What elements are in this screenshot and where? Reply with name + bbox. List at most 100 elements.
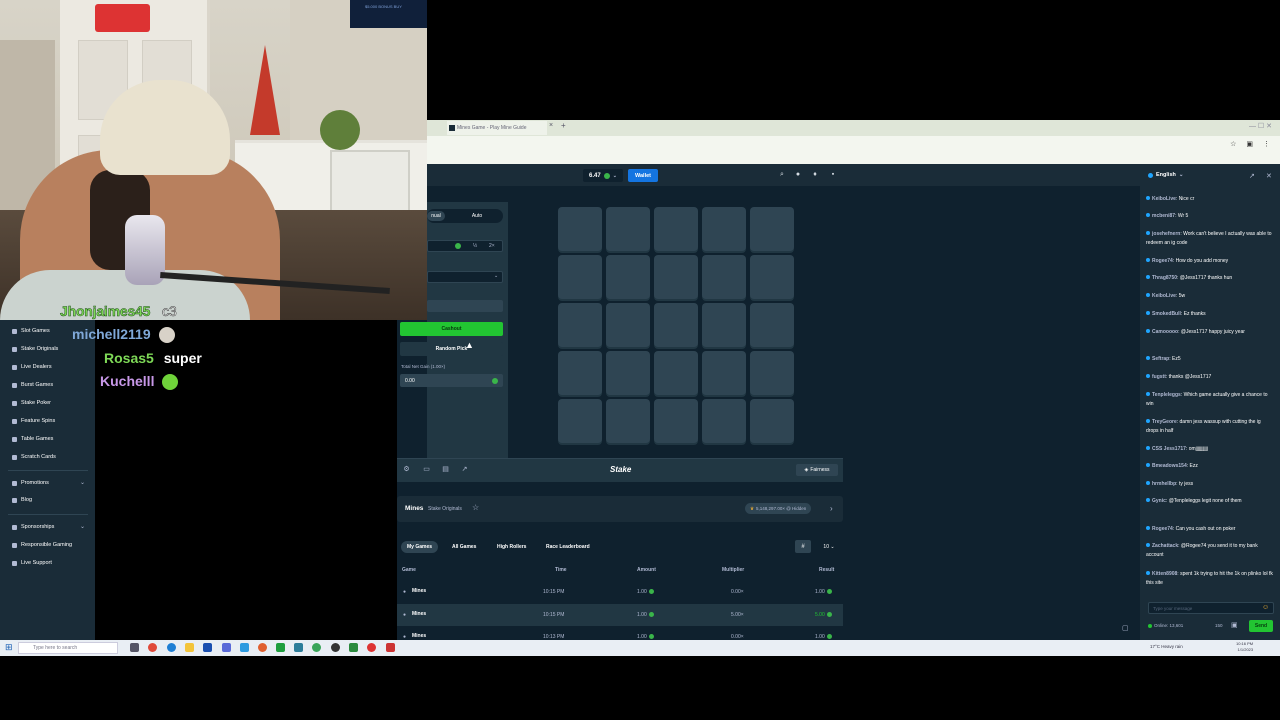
emoji-icon[interactable]: ☺ <box>1262 604 1269 611</box>
new-tab-icon[interactable]: + <box>561 121 566 130</box>
taskbar-search[interactable]: Type here to search <box>18 642 118 654</box>
chat-username[interactable]: Camooooo <box>1152 329 1178 335</box>
chat-username[interactable]: josehefnern <box>1152 231 1180 237</box>
mine-tile[interactable] <box>558 207 602 251</box>
chat-language-select[interactable]: English ⌄ <box>1148 172 1183 178</box>
chat-username[interactable]: KeiboLive <box>1152 196 1176 202</box>
mine-tile[interactable] <box>558 303 602 347</box>
tab-high-rollers[interactable]: High Rollers <box>491 541 532 553</box>
file-explorer-icon[interactable] <box>185 643 194 652</box>
mine-tile[interactable] <box>750 399 794 443</box>
mine-tile[interactable] <box>654 207 698 251</box>
sidebar-item-blog[interactable]: Blog <box>12 497 32 503</box>
taskbar-clock[interactable]: 10:16 PM 1/1/2023 <box>1236 641 1253 653</box>
chat-toggle-icon[interactable]: ▪ <box>829 171 837 179</box>
mine-tile[interactable] <box>558 351 602 395</box>
mine-tile[interactable] <box>606 303 650 347</box>
grid-view-icon[interactable]: # <box>795 540 811 553</box>
mine-tile[interactable] <box>654 255 698 299</box>
chat-username[interactable]: hrmhellbp <box>1152 481 1176 487</box>
chat-username[interactable]: Tenpleleggs <box>1152 392 1181 398</box>
sidebar-item-responsible-gaming[interactable]: Responsible Gaming <box>12 542 72 548</box>
sidebar-item-feature-spins[interactable]: Feature Spins <box>12 418 55 424</box>
mine-tile[interactable] <box>702 207 746 251</box>
sidebar-item-stake-poker[interactable]: Stake Poker <box>12 400 51 406</box>
weather-widget[interactable]: 17°C Heavy rain <box>1150 644 1183 649</box>
bookmark-star-icon[interactable]: ☆ <box>1230 140 1236 148</box>
chat-username[interactable]: Bmeadows154 <box>1152 463 1187 469</box>
sidebar-item-live-dealers[interactable]: Live Dealers <box>12 364 52 370</box>
sidebar-item-stake-originals[interactable]: Stake Originals <box>12 346 58 352</box>
settings-icon[interactable]: ⚙ <box>403 466 410 473</box>
mine-tile[interactable] <box>558 399 602 443</box>
task-view-icon[interactable] <box>130 643 139 652</box>
mine-tile[interactable] <box>606 255 650 299</box>
send-button[interactable]: Send <box>1249 620 1273 632</box>
chat-username[interactable]: mcbeni87 <box>1152 213 1175 219</box>
tab-manual[interactable]: nual <box>427 211 445 221</box>
obs-icon[interactable] <box>331 643 340 652</box>
chrome-icon[interactable] <box>148 643 157 652</box>
tab-race-leaderboard[interactable]: Race Leaderboard <box>540 541 596 553</box>
chat-username[interactable]: SmokedBull <box>1152 311 1181 317</box>
mine-tile[interactable] <box>750 255 794 299</box>
cashout-button[interactable]: Cashout <box>400 322 503 336</box>
chat-message-input[interactable]: Type your message <box>1148 602 1274 614</box>
chat-username[interactable]: Rogee74 <box>1152 258 1173 264</box>
app-icon[interactable] <box>294 643 303 652</box>
chat-username[interactable]: Zachattack <box>1152 543 1178 549</box>
double-button[interactable]: 2× <box>489 243 495 249</box>
sidebar-item-live-support[interactable]: Live Support <box>12 560 52 566</box>
address-bar[interactable]: ☆ ▣ ⋮ <box>427 136 1280 164</box>
mine-tile[interactable] <box>654 351 698 395</box>
half-button[interactable]: ½ <box>473 243 477 249</box>
windows-start-icon[interactable]: ⊞ <box>5 642 13 653</box>
popout-icon[interactable]: ↗ <box>461 466 468 473</box>
notifications-icon[interactable]: ♦ <box>811 171 819 179</box>
chat-username[interactable]: fugstt <box>1152 374 1166 380</box>
chat-username[interactable]: Thrag8750 <box>1152 275 1177 281</box>
popout-icon[interactable]: ↗ <box>1249 172 1255 180</box>
mine-tile[interactable] <box>750 207 794 251</box>
mine-tile[interactable] <box>654 303 698 347</box>
app-icon[interactable] <box>276 643 285 652</box>
app-icon[interactable] <box>258 643 267 652</box>
chat-username[interactable]: Kitten8908 <box>1152 571 1177 577</box>
menu-icon[interactable]: ⋮ <box>1263 140 1270 148</box>
mine-tile[interactable] <box>702 303 746 347</box>
sidebar-item-table-games[interactable]: Table Games <box>12 436 53 442</box>
mine-tile[interactable] <box>654 399 698 443</box>
mine-tile[interactable] <box>702 255 746 299</box>
sidebar-item-promotions[interactable]: Promotions <box>12 480 49 486</box>
table-row[interactable]: ● Mines 10:15 PM 1.00 5.00× 5.00 <box>397 604 843 626</box>
mine-tile[interactable] <box>606 207 650 251</box>
app-icon[interactable] <box>349 643 358 652</box>
fairness-button[interactable]: ◈ Fairness <box>796 464 838 476</box>
tab-auto[interactable]: Auto <box>467 211 487 221</box>
window-controls[interactable]: — ☐ ✕ <box>1249 122 1272 130</box>
balance-selector[interactable]: 6.47 ⌄ <box>583 169 623 182</box>
close-icon[interactable]: ✕ <box>1266 172 1272 180</box>
rules-icon[interactable]: ▣ <box>1231 621 1238 629</box>
theatre-mode-icon[interactable]: ▭ <box>423 466 430 473</box>
mines-count-select[interactable] <box>427 271 503 283</box>
sidebar-item-scratch-cards[interactable]: Scratch Cards <box>12 454 56 460</box>
sidebar-item-sponsorships[interactable]: Sponsorships <box>12 524 54 530</box>
favorite-star-icon[interactable]: ☆ <box>472 503 479 512</box>
app-icon[interactable] <box>312 643 321 652</box>
stats-icon[interactable]: ▤ <box>442 466 449 473</box>
browser-tab-active[interactable]: Mines Game - Play Mine Guide <box>447 121 547 135</box>
mine-tile[interactable] <box>702 351 746 395</box>
mine-tile[interactable] <box>750 303 794 347</box>
mine-tile[interactable] <box>558 255 602 299</box>
app-icon[interactable] <box>240 643 249 652</box>
extensions-icon[interactable]: ▣ <box>1246 140 1253 148</box>
store-icon[interactable] <box>203 643 212 652</box>
tab-my-games[interactable]: My Games <box>401 541 439 553</box>
chat-username[interactable]: KeiboLive <box>1152 293 1176 299</box>
tab-all-games[interactable]: All Games <box>446 541 482 553</box>
chat-username[interactable]: CSS Jess1717 <box>1152 446 1186 452</box>
chevron-right-icon[interactable]: › <box>830 504 833 513</box>
chat-username[interactable]: TreyGeore <box>1152 419 1177 425</box>
chat-icon[interactable]: ▢ <box>1122 624 1129 632</box>
